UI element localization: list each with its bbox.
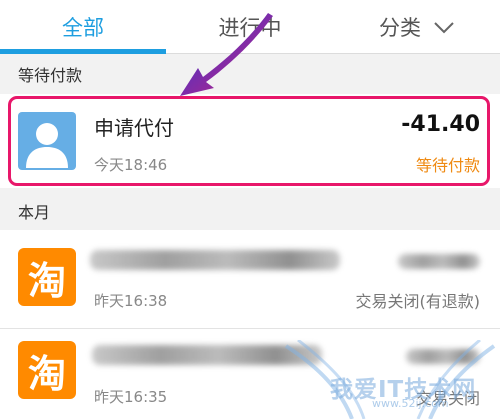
item-status: 等待付款 xyxy=(415,156,480,175)
item-title: 申请代付 xyxy=(94,116,174,140)
section-header-pending: 等待付款 xyxy=(0,55,500,93)
redacted-title xyxy=(92,345,322,365)
item-time: 昨天16:35 xyxy=(94,388,168,406)
list-item-transaction[interactable]: 淘 昨天16:38 交易关闭(有退款) xyxy=(0,230,500,328)
taobao-icon-glyph: 淘 xyxy=(27,258,66,303)
tab-in-progress[interactable]: 进行中 xyxy=(166,0,334,54)
redacted-amount xyxy=(398,254,480,269)
list-item-pending-payment[interactable]: 申请代付 今天18:46 -41.40 等待付款 xyxy=(0,94,500,188)
section-title-pending: 等待付款 xyxy=(18,66,83,85)
chevron-down-icon xyxy=(433,17,455,35)
tab-category[interactable]: 分类 xyxy=(334,0,500,54)
tab-all-label: 全部 xyxy=(62,16,104,40)
tab-in-progress-label: 进行中 xyxy=(218,16,282,40)
section-header-this-month: 本月 xyxy=(0,192,500,230)
redacted-amount xyxy=(406,349,480,364)
taobao-icon: 淘 xyxy=(18,341,76,399)
taobao-icon: 淘 xyxy=(18,248,76,306)
list-item-transaction[interactable]: 淘 昨天16:35 交易关闭 xyxy=(0,329,500,419)
item-status: 交易关闭 xyxy=(415,389,480,408)
item-time: 昨天16:38 xyxy=(94,292,168,310)
section-title-this-month: 本月 xyxy=(18,203,51,222)
redacted-title xyxy=(90,250,340,270)
active-tab-indicator xyxy=(0,49,166,54)
tab-bar: 全部 进行中 分类 xyxy=(0,0,500,54)
user-avatar-icon xyxy=(18,112,76,170)
tab-all[interactable]: 全部 xyxy=(0,0,166,54)
taobao-icon-glyph: 淘 xyxy=(27,351,66,396)
item-amount: -41.40 xyxy=(401,112,480,137)
tab-category-label: 分类 xyxy=(379,16,421,40)
item-time: 今天18:46 xyxy=(94,156,168,174)
item-status: 交易关闭(有退款) xyxy=(355,292,481,311)
